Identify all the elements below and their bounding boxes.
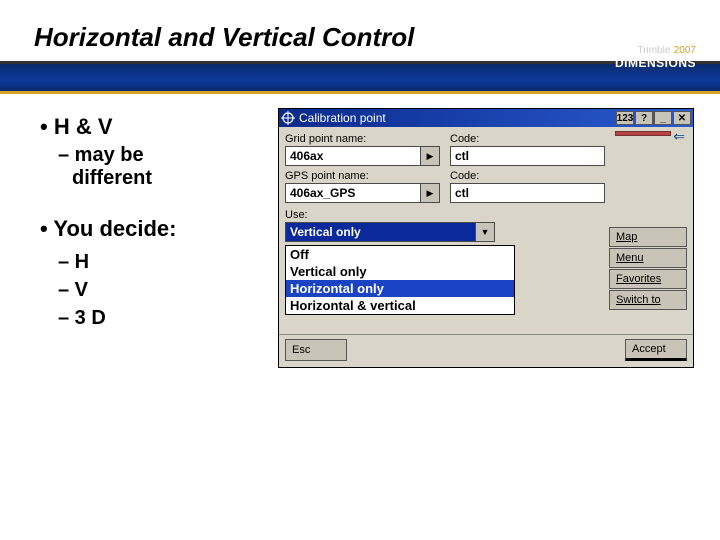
- use-select[interactable]: Vertical only: [285, 222, 476, 242]
- use-option-vertical[interactable]: Vertical only: [286, 263, 514, 280]
- use-option-both[interactable]: Horizontal & vertical: [286, 297, 514, 314]
- grid-point-input[interactable]: 406ax: [285, 146, 421, 166]
- window-title: Calibration point: [299, 111, 615, 125]
- gps-point-input[interactable]: 406ax_GPS: [285, 183, 421, 203]
- menu-button[interactable]: Menu: [609, 248, 687, 268]
- help-button[interactable]: ?: [635, 111, 653, 125]
- brand-product: DIMENSIONS: [615, 56, 696, 70]
- brand-name: Trimble: [637, 45, 670, 56]
- gps-point-label: GPS point name:: [285, 170, 440, 182]
- slide-title: Horizontal and Vertical Control: [0, 0, 720, 64]
- code2-label: Code:: [450, 170, 605, 182]
- grid-point-picker[interactable]: [420, 146, 440, 166]
- app-icon: [281, 111, 295, 125]
- close-button[interactable]: ✕: [673, 111, 691, 125]
- bullet-list: • H & V – may be different • You decide:…: [40, 114, 176, 332]
- map-button[interactable]: Map: [609, 227, 687, 247]
- signal-icon: ⇐: [673, 128, 685, 145]
- brand-year: 2007: [674, 45, 696, 56]
- favorites-button[interactable]: Favorites: [609, 269, 687, 289]
- slide-body: • H & V – may be different • You decide:…: [0, 94, 720, 534]
- minimize-button[interactable]: _: [654, 111, 672, 125]
- sub1-line2: different: [72, 167, 152, 189]
- calibration-window: Calibration point 123 ? _ ✕ ⇐ Grid point…: [278, 108, 694, 368]
- bullet-hv: • H & V: [40, 114, 176, 140]
- switch-to-button[interactable]: Switch to: [609, 290, 687, 310]
- code1-label: Code:: [450, 133, 605, 145]
- bullet-decide: • You decide:: [40, 216, 176, 242]
- header-bar: Trimble 2007 DIMENSIONS: [0, 64, 720, 94]
- use-option-off[interactable]: Off: [286, 246, 514, 263]
- use-label: Use:: [285, 209, 687, 221]
- brand-logo: Trimble 2007 DIMENSIONS: [615, 42, 696, 70]
- form-body: ⇐ Grid point name: 406ax Code: ctl: [279, 127, 693, 334]
- battery-gauge: ⇐: [615, 131, 687, 145]
- input-mode-button[interactable]: 123: [616, 111, 634, 125]
- use-dropdown-button[interactable]: [475, 222, 495, 242]
- code1-input[interactable]: ctl: [450, 146, 605, 166]
- opt-h: – H: [58, 248, 176, 276]
- use-dropdown-list: Off Vertical only Horizontal only Horizo…: [285, 245, 515, 315]
- sub1-line1: – may be: [58, 144, 144, 166]
- bottom-bar: Esc Accept: [279, 334, 693, 367]
- grid-point-label: Grid point name:: [285, 133, 440, 145]
- accept-button[interactable]: Accept: [625, 339, 687, 361]
- opt-3d: – 3 D: [58, 304, 176, 332]
- opt-v: – V: [58, 276, 176, 304]
- titlebar: Calibration point 123 ? _ ✕: [279, 109, 693, 127]
- gps-point-picker[interactable]: [420, 183, 440, 203]
- esc-button[interactable]: Esc: [285, 339, 347, 361]
- code2-input[interactable]: ctl: [450, 183, 605, 203]
- sub-bullet-maybe: – may be different: [58, 144, 176, 190]
- side-buttons: Map Menu Favorites Switch to: [609, 227, 687, 310]
- decide-options: – H – V – 3 D: [40, 248, 176, 332]
- use-option-horizontal[interactable]: Horizontal only: [286, 280, 514, 297]
- titlebar-buttons: 123 ? _ ✕: [615, 111, 691, 125]
